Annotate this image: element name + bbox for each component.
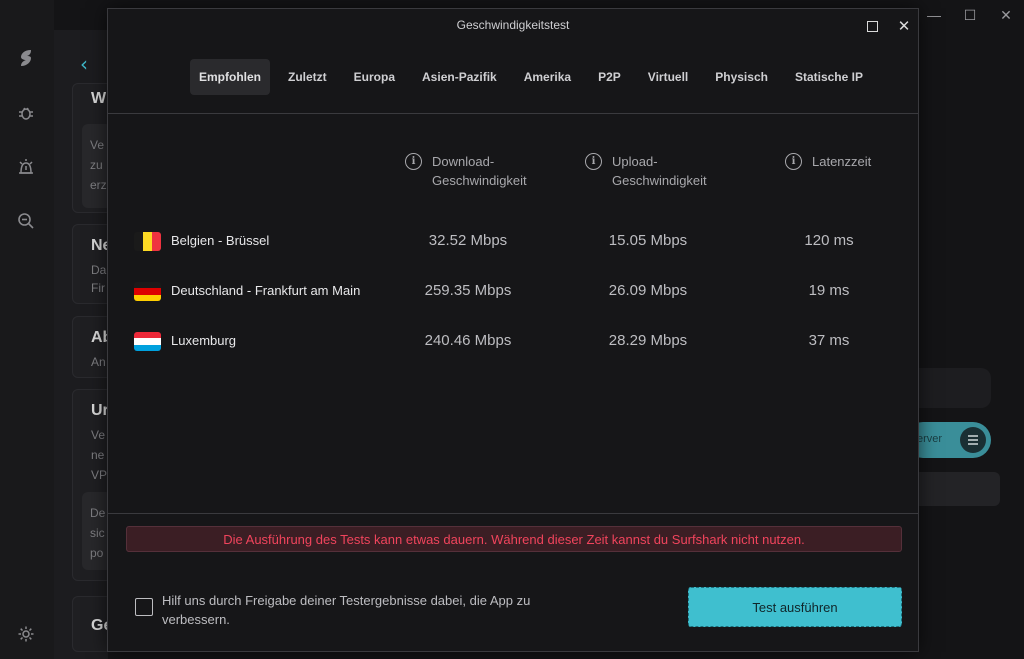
- surfshark-logo-icon[interactable]: [15, 47, 37, 69]
- latency-value: 37 ms: [808, 332, 850, 349]
- server-category-tabs: Empfohlen Zuletzt Europa Asien-Pazifik A…: [190, 59, 881, 95]
- bug-icon[interactable]: [15, 102, 37, 124]
- flag-luxembourg-icon: [134, 332, 161, 351]
- bg-card: Ab An: [72, 316, 112, 378]
- search-icon[interactable]: [15, 210, 37, 232]
- server-location: Deutschland - Frankfurt am Main: [171, 283, 361, 298]
- upload-value: 28.29 Mbps: [608, 332, 688, 349]
- share-results-checkbox[interactable]: [135, 598, 153, 616]
- download-value: 240.46 Mbps: [424, 332, 512, 349]
- maximize-button[interactable]: [860, 15, 884, 37]
- latency-column-header: i Latenzzeit: [785, 152, 871, 171]
- info-icon[interactable]: i: [405, 153, 422, 170]
- list-icon[interactable]: [960, 427, 986, 453]
- download-value: 32.52 Mbps: [428, 232, 508, 249]
- dialog-title: Geschwindigkeitstest: [456, 18, 570, 32]
- server-row: Belgien - Brüssel 32.52 Mbps 15.05 Mbps …: [134, 229, 894, 253]
- server-location: Luxemburg: [171, 333, 237, 348]
- maximize-icon[interactable]: ☐: [952, 0, 988, 30]
- flag-germany-icon: [134, 282, 161, 301]
- app-sidebar: [0, 0, 54, 659]
- maximize-icon: [866, 20, 878, 32]
- tab-physisch[interactable]: Physisch: [706, 59, 777, 95]
- server-row: Luxemburg 240.46 Mbps 28.29 Mbps 37 ms: [134, 329, 894, 353]
- tab-amerika[interactable]: Amerika: [515, 59, 580, 95]
- bg-block: [905, 472, 1000, 506]
- tab-empfohlen[interactable]: Empfohlen: [190, 59, 270, 95]
- tab-europa[interactable]: Europa: [345, 59, 404, 95]
- bg-card: Ne Da Fir: [72, 224, 112, 304]
- close-icon[interactable]: ✕: [988, 0, 1024, 30]
- tab-p2p[interactable]: P2P: [589, 59, 630, 95]
- bg-card: Ge: [72, 596, 112, 652]
- tab-zuletzt[interactable]: Zuletzt: [279, 59, 336, 95]
- upload-column-header: i Upload- Geschwindigkeit: [585, 152, 707, 190]
- server-location: Belgien - Brüssel: [171, 233, 270, 248]
- close-button[interactable]: ✕: [892, 15, 916, 37]
- gear-icon[interactable]: [15, 623, 37, 645]
- tab-statische-ip[interactable]: Statische IP: [786, 59, 872, 95]
- upload-value: 15.05 Mbps: [608, 232, 688, 249]
- back-chevron-icon[interactable]: ‹: [80, 52, 88, 76]
- results-divider: [108, 513, 918, 514]
- latency-value: 120 ms: [804, 232, 854, 249]
- speed-test-dialog: Geschwindigkeitstest ✕ Empfohlen Zuletzt…: [107, 8, 919, 652]
- download-column-header: i Download- Geschwindigkeit: [405, 152, 527, 190]
- tabs-divider: [108, 113, 918, 114]
- latency-value: 19 ms: [808, 282, 850, 299]
- run-test-button[interactable]: Test ausführen: [688, 587, 902, 627]
- warning-banner: Die Ausführung des Tests kann etwas daue…: [126, 526, 902, 552]
- tab-virtuell[interactable]: Virtuell: [639, 59, 697, 95]
- server-row: Deutschland - Frankfurt am Main 259.35 M…: [134, 279, 894, 303]
- tab-asien-pazifik[interactable]: Asien-Pazifik: [413, 59, 506, 95]
- download-value: 259.35 Mbps: [424, 282, 512, 299]
- share-results-label[interactable]: Hilf uns durch Freigabe deiner Testergeb…: [162, 591, 542, 629]
- info-icon[interactable]: i: [785, 153, 802, 170]
- upload-value: 26.09 Mbps: [608, 282, 688, 299]
- app-window-controls: — ☐ ✕: [916, 0, 1024, 30]
- minimize-icon[interactable]: —: [916, 0, 952, 30]
- close-icon: ✕: [897, 18, 911, 35]
- flag-belgium-icon: [134, 232, 161, 251]
- alert-bug-icon[interactable]: [15, 156, 37, 178]
- info-icon[interactable]: i: [585, 153, 602, 170]
